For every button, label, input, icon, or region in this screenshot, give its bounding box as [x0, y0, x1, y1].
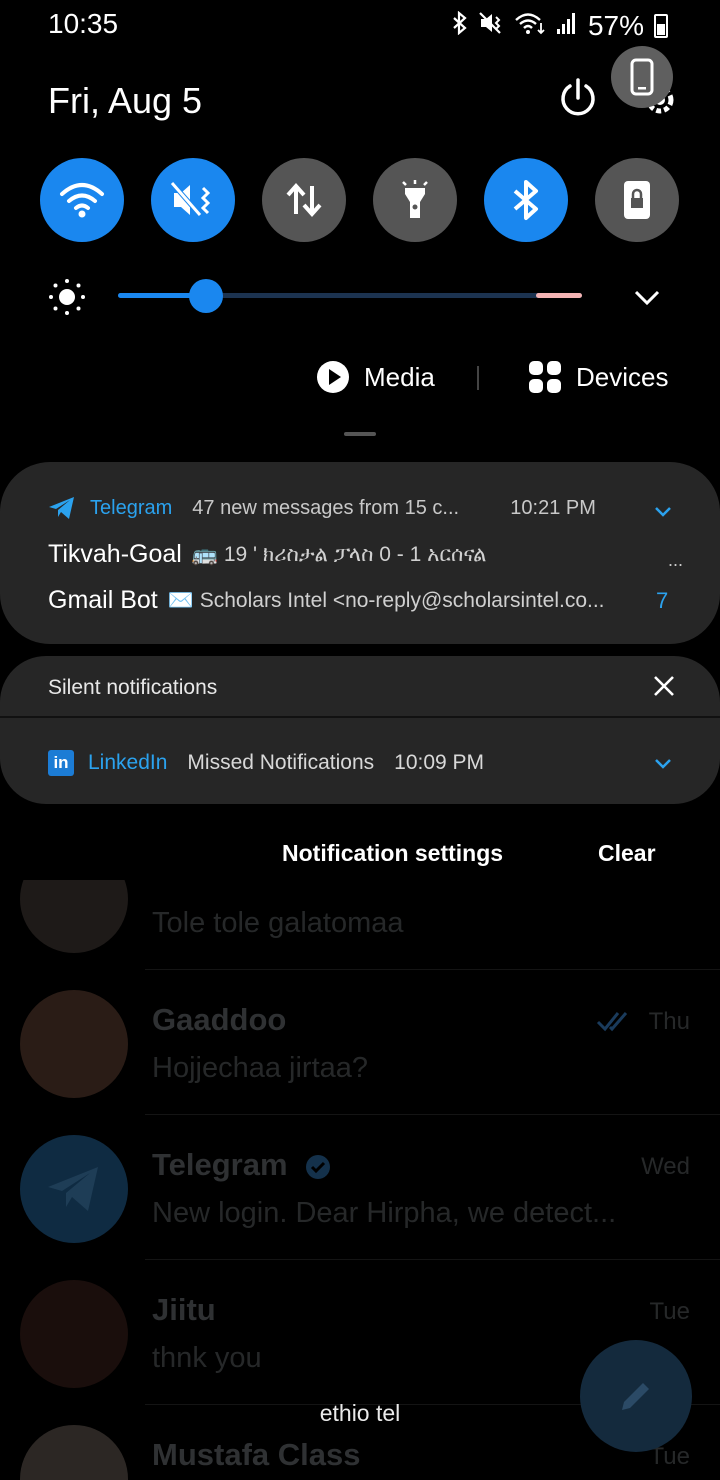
media-button[interactable]: Media — [316, 360, 435, 394]
bluetooth-toggle[interactable] — [484, 158, 568, 242]
wifi-status-icon — [514, 11, 546, 41]
chat-name: Telegram — [152, 1147, 288, 1182]
expand-panel-button[interactable] — [632, 282, 662, 312]
chat-preview: Hojjechaa jirtaa? — [152, 1052, 369, 1084]
telegram-icon — [48, 1167, 98, 1211]
chevron-down-icon — [655, 507, 671, 517]
chat-preview: New login. Dear Hirpha, we detect... — [152, 1197, 617, 1229]
notification-app-name: Telegram — [90, 496, 173, 519]
notification-app-name: LinkedIn — [88, 751, 168, 774]
chat-preview: thnk you — [152, 1342, 262, 1374]
wifi-icon — [60, 183, 104, 218]
message-sender: Tikvah-Goal — [48, 540, 182, 568]
battery-percent: 57% — [587, 10, 644, 41]
chat-item[interactable]: Gaaddoo Thu Hojjechaa jirtaa? — [0, 970, 720, 1115]
message-text: ✉️ Scholars Intel <no-reply@scholarsinte… — [167, 588, 605, 612]
notification-time: 10:21 PM — [510, 496, 596, 519]
chat-item[interactable]: Tole tole galatomaa — [0, 880, 720, 970]
carrier-label: ethio tel — [319, 1400, 401, 1426]
notification-actions: Notification settings Clear — [0, 840, 720, 872]
signal-status-icon — [556, 11, 578, 41]
play-icon — [317, 361, 349, 393]
notification-time: 10:09 PM — [394, 751, 485, 774]
power-button[interactable] — [556, 76, 600, 120]
panel-drag-handle[interactable] — [344, 432, 376, 436]
bluetooth-icon — [513, 180, 538, 220]
more-indicator: ... — [668, 550, 684, 570]
silent-notifications-group: Silent notifications in LinkedIn Missed … — [0, 656, 720, 804]
brightness-high-zone — [536, 293, 582, 298]
close-icon — [654, 676, 674, 696]
device-control-button[interactable] — [611, 46, 673, 108]
chat-date: Thu — [648, 1008, 690, 1035]
quick-toggles — [40, 158, 680, 242]
flashlight-toggle[interactable] — [373, 158, 457, 242]
devices-button[interactable]: Devices — [528, 360, 668, 394]
wifi-toggle[interactable] — [40, 158, 124, 242]
notification-expand-button[interactable] — [652, 752, 674, 774]
status-time: 10:35 — [48, 8, 119, 39]
linkedin-icon: in — [48, 750, 74, 776]
bluetooth-status-icon — [452, 10, 468, 41]
chat-preview: Tole tole galatomaa — [152, 907, 404, 939]
mobile-data-icon — [286, 182, 322, 218]
devices-icon — [529, 361, 561, 393]
double-check-icon — [596, 1012, 628, 1032]
clear-button[interactable]: Clear — [598, 840, 656, 867]
flashlight-icon — [402, 180, 428, 218]
battery-icon — [654, 14, 668, 38]
chat-date: Tue — [649, 1298, 690, 1325]
avatar — [20, 1135, 128, 1243]
notification-text: Missed Notifications — [187, 751, 375, 774]
status-bar: 10:35 57% — [0, 0, 720, 52]
chevron-down-icon — [655, 759, 671, 769]
message-row[interactable]: Gmail Bot ✉️ Scholars Intel <no-reply@sc… — [48, 586, 648, 615]
telegram-notification[interactable]: Telegram 47 new messages from 15 c... 10… — [0, 462, 720, 644]
mute-status-icon — [478, 11, 504, 41]
message-text: 🚌 19 ' ክሪስታል ፓላስ 0 - 1 አርሰናል — [191, 542, 487, 566]
compose-button[interactable] — [580, 1340, 692, 1452]
linkedin-notification[interactable]: in LinkedIn Missed Notifications 10:09 P… — [48, 750, 484, 776]
phone-icon — [630, 58, 654, 96]
notification-summary: 47 new messages from 15 c... — [192, 496, 460, 519]
brightness-slider-thumb[interactable] — [189, 279, 224, 313]
verified-icon — [306, 1155, 330, 1179]
notification-settings-button[interactable]: Notification settings — [282, 840, 503, 867]
avatar — [20, 880, 128, 953]
chat-name: Jiitu — [152, 1292, 216, 1327]
brightness-icon — [48, 278, 86, 316]
chat-item[interactable]: Telegram Wed New login. Dear Hirpha, we … — [0, 1115, 720, 1260]
media-label: Media — [364, 361, 435, 392]
message-row[interactable]: Tikvah-Goal 🚌 19 ' ክሪስታል ፓላስ 0 - 1 አርሰናል — [48, 540, 648, 569]
screen-lock-toggle[interactable] — [595, 158, 679, 242]
divider — [477, 366, 479, 390]
chat-name: Mustafa Class — [152, 1437, 361, 1472]
avatar — [20, 1280, 128, 1388]
chat-name: Gaaddoo — [152, 1002, 287, 1037]
message-sender: Gmail Bot — [48, 586, 158, 614]
mute-vibrate-icon — [170, 181, 211, 217]
notification-header: Telegram 47 new messages from 15 c... 10… — [48, 496, 596, 520]
divider — [0, 716, 720, 718]
brightness-slider[interactable] — [118, 279, 582, 313]
power-icon — [561, 78, 595, 116]
mute-vibrate-toggle[interactable] — [151, 158, 235, 242]
date-label: Fri, Aug 5 — [48, 80, 203, 121]
notification-expand-button[interactable] — [652, 500, 674, 522]
mobile-data-toggle[interactable] — [262, 158, 346, 242]
silent-notifications-title: Silent notifications — [48, 676, 218, 699]
avatar — [20, 1425, 128, 1480]
avatar — [20, 990, 128, 1098]
chat-date: Wed — [641, 1153, 690, 1180]
status-icons: 57% — [452, 10, 668, 42]
dismiss-silent-button[interactable] — [652, 674, 676, 698]
chevron-down-icon — [634, 290, 660, 306]
telegram-icon — [49, 497, 74, 519]
devices-label: Devices — [576, 361, 669, 392]
screen-lock-icon — [624, 181, 650, 219]
message-count: 7 — [656, 588, 669, 613]
